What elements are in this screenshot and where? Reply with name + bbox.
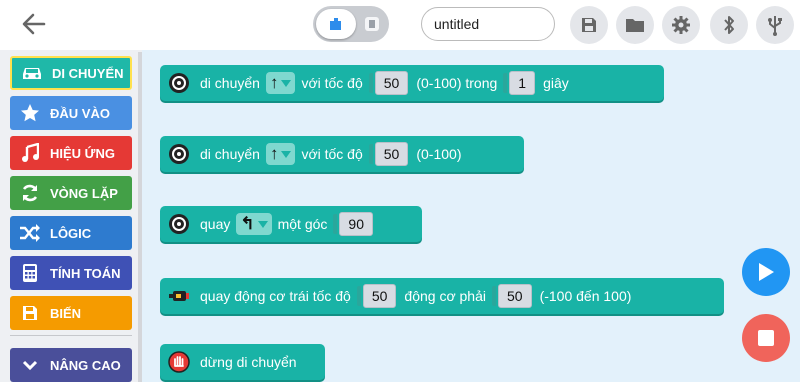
project-name-input[interactable] — [421, 7, 555, 41]
dropdown-triangle-icon — [257, 220, 268, 228]
turn-left-arrow-icon: ↰ — [240, 214, 255, 233]
left-speed-value[interactable]: 50 — [362, 284, 397, 308]
usb-icon — [768, 16, 782, 36]
run-button[interactable] — [742, 248, 790, 296]
python-mode-icon[interactable] — [364, 16, 380, 32]
play-icon — [759, 263, 774, 281]
speed-value-field[interactable]: 50 — [368, 142, 409, 166]
speed-value-field[interactable]: 50 — [368, 71, 409, 95]
block-text: di chuyển — [200, 75, 260, 91]
block-text: quay — [200, 216, 231, 232]
move-block[interactable]: di chuyển ↑ với tốc độ 50 (0-100) — [160, 136, 524, 172]
category-label: VÒNG LẶP — [50, 185, 118, 201]
left-speed-value-field[interactable]: 50 — [356, 284, 397, 308]
speed-value[interactable]: 50 — [374, 142, 409, 166]
category-vong-lap[interactable]: VÒNG LẶP — [10, 176, 132, 210]
direction-dropdown[interactable]: ↑ — [265, 143, 296, 165]
seconds-value[interactable]: 1 — [509, 71, 536, 95]
block-text: (0-100) trong — [416, 75, 498, 91]
angle-value-field[interactable]: 90 — [333, 212, 373, 236]
dropdown-triangle-icon — [281, 79, 292, 87]
block-text: với tốc độ — [301, 75, 363, 91]
category-label: DI CHUYỂN — [52, 65, 124, 81]
wheel-icon — [166, 70, 192, 96]
block-text: động cơ phải — [404, 288, 486, 304]
wheel-icon — [166, 211, 192, 237]
direction-arrow-icon: ↑ — [269, 144, 279, 163]
calculator-icon — [10, 263, 50, 283]
star-icon — [10, 103, 50, 123]
category-nang-cao[interactable]: NÂNG CAO — [10, 348, 132, 382]
block-text: quay động cơ trái tốc độ — [200, 288, 351, 304]
category-label: ĐẦU VÀO — [50, 105, 110, 121]
move-for-seconds-block[interactable]: di chuyển ↑ với tốc độ 50 (0-100) trong … — [160, 65, 664, 101]
stop-moving-block[interactable]: dừng di chuyển — [160, 344, 325, 380]
category-sidebar: DI CHUYỂN ĐẦU VÀO HIỆU ỨNG VÒNG LẶP LÔGI… — [0, 50, 142, 382]
save-button[interactable] — [570, 6, 608, 44]
folder-icon — [626, 19, 644, 32]
bluetooth-icon — [724, 16, 734, 34]
save-icon — [10, 304, 50, 322]
category-label: LÔGIC — [50, 225, 92, 241]
gear-icon — [672, 16, 690, 34]
category-label: BIẾN — [50, 305, 82, 321]
category-hieu-ung[interactable]: HIỆU ỨNG — [10, 136, 132, 170]
category-bien[interactable]: BIẾN — [10, 296, 132, 330]
shuffle-icon — [10, 224, 50, 242]
right-speed-value-field[interactable]: 50 — [491, 284, 532, 308]
chevron-down-icon — [10, 359, 50, 371]
settings-button[interactable] — [662, 6, 700, 44]
seconds-value-field[interactable]: 1 — [503, 71, 536, 95]
car-icon — [12, 65, 52, 81]
block-text: (0-100) — [416, 146, 462, 162]
direction-arrow-icon: ↑ — [269, 73, 279, 92]
category-label: HIỆU ỨNG — [50, 145, 115, 161]
hand-stop-icon — [166, 349, 192, 375]
angle-value[interactable]: 90 — [339, 212, 373, 236]
blocks-mode-button[interactable] — [316, 9, 356, 39]
block-text: (-100 đến 100) — [539, 288, 632, 304]
category-tinh-toan[interactable]: TÍNH TOÁN — [10, 256, 132, 290]
bluetooth-button[interactable] — [710, 6, 748, 44]
blocks-mode-icon — [330, 18, 341, 30]
turn-block[interactable]: quay ↰ một góc 90 — [160, 206, 422, 242]
blocks-workspace[interactable]: di chuyển ↑ với tốc độ 50 (0-100) trong … — [142, 50, 800, 382]
block-text: với tốc độ — [301, 146, 363, 162]
motor-speed-block[interactable]: quay động cơ trái tốc độ 50 động cơ phải… — [160, 278, 724, 314]
open-folder-button[interactable] — [616, 6, 654, 44]
category-di-chuyen[interactable]: DI CHUYỂN — [10, 56, 132, 90]
music-note-icon — [10, 143, 50, 163]
category-label: NÂNG CAO — [50, 357, 121, 373]
save-icon — [582, 18, 596, 32]
motor-icon — [166, 283, 192, 309]
turn-direction-dropdown[interactable]: ↰ — [236, 213, 272, 235]
usb-button[interactable] — [756, 6, 794, 44]
wheel-icon — [166, 141, 192, 167]
category-logic[interactable]: LÔGIC — [10, 216, 132, 250]
stop-icon — [758, 330, 774, 346]
block-text: dừng di chuyển — [200, 354, 297, 370]
category-label: TÍNH TOÁN — [50, 265, 121, 281]
speed-value[interactable]: 50 — [374, 71, 409, 95]
refresh-icon — [10, 183, 50, 203]
stop-button[interactable] — [742, 314, 790, 362]
mode-toggle[interactable] — [313, 6, 389, 42]
direction-dropdown[interactable]: ↑ — [265, 72, 296, 94]
category-dau-vao[interactable]: ĐẦU VÀO — [10, 96, 132, 130]
block-text: di chuyển — [200, 146, 260, 162]
sidebar-divider — [10, 335, 132, 336]
top-toolbar — [0, 0, 800, 50]
block-text: một góc — [277, 216, 328, 232]
block-text: giây — [543, 75, 569, 91]
right-speed-value[interactable]: 50 — [497, 284, 532, 308]
back-arrow-icon[interactable] — [20, 10, 50, 40]
dropdown-triangle-icon — [281, 150, 292, 158]
